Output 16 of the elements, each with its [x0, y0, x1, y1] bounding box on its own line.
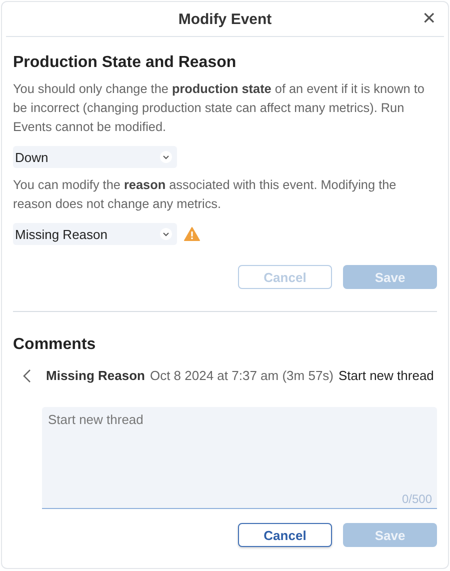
thread-time: Oct 8 2024 at 7:37 am (3m 57s) — [150, 368, 334, 383]
help-text: You can modify the reason associated with this event. Modifying the reason does not change any metrics. — [13, 177, 398, 213]
state-select[interactable]: Down — [13, 146, 177, 168]
chevron-down-icon — [160, 151, 172, 163]
dialog-title: Modify Event — [178, 10, 272, 28]
close-button[interactable]: ✕ — [418, 8, 440, 29]
reason-select[interactable]: Missing Reason — [13, 223, 177, 245]
thread-title: Start new thread — [338, 368, 434, 383]
back-icon[interactable] — [23, 368, 31, 382]
help-text: You should only change the production state of an event if it is known to be incorrect (changing production state can affect many metrics). Run Events cannot be modified. — [13, 81, 426, 136]
section-heading: Comments — [13, 336, 97, 354]
thread-reason: Missing Reason — [46, 368, 145, 383]
character-counter: 0/500 — [402, 492, 432, 506]
section-heading: Production State and Reason — [13, 54, 238, 72]
cancel-button[interactable]: Cancel — [238, 523, 332, 547]
chevron-down-icon — [160, 228, 172, 240]
